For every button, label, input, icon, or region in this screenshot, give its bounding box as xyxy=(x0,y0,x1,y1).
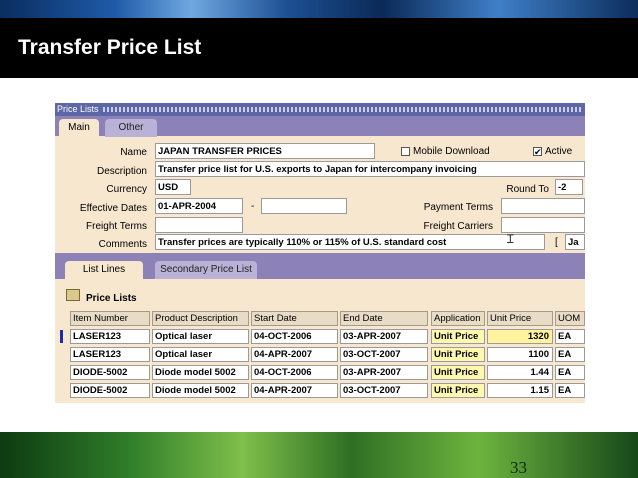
slide-title: Transfer Price List xyxy=(18,36,202,59)
start-date-cell[interactable]: 04-APR-2007 xyxy=(251,383,338,398)
column-header-unit-price: Unit Price xyxy=(487,311,553,326)
item-number-cell[interactable]: LASER123 xyxy=(70,347,150,362)
column-header-start-date: Start Date xyxy=(251,311,338,326)
comments-label: Comments xyxy=(98,239,147,250)
column-header-uom: UOM xyxy=(555,311,585,326)
round-to-label: Round To xyxy=(506,184,549,195)
section-title: Price Lists xyxy=(86,293,137,304)
description-field[interactable]: Transfer price list for U.S. exports to … xyxy=(155,161,585,177)
name-label: Name xyxy=(120,147,147,158)
effective-to-field[interactable] xyxy=(261,198,347,214)
active-checkbox[interactable]: ✔ xyxy=(533,147,542,157)
application-cell[interactable]: Unit Price xyxy=(431,365,485,380)
header-tab-strip: Main Other xyxy=(55,116,585,137)
item-number-cell[interactable]: DIODE-5002 xyxy=(70,365,150,380)
ja-field[interactable]: Ja xyxy=(565,234,585,250)
name-field[interactable]: JAPAN TRANSFER PRICES xyxy=(155,143,375,159)
product-description-cell[interactable]: Optical laser xyxy=(152,347,249,362)
price-lists-window: Price Lists Main Other Name JAPAN TRANSF… xyxy=(55,103,585,403)
round-to-field[interactable]: -2 xyxy=(555,179,583,195)
application-cell[interactable]: Unit Price xyxy=(431,347,485,362)
slide-number: 33 xyxy=(510,458,527,477)
uom-cell[interactable]: EA xyxy=(555,347,585,362)
window-title: Price Lists xyxy=(57,104,99,114)
bracket: [ xyxy=(555,237,558,248)
tab-secondary-price-list[interactable]: Secondary Price List xyxy=(155,261,257,279)
start-date-cell[interactable]: 04-APR-2007 xyxy=(251,347,338,362)
effective-from-field[interactable]: 01-APR-2004 xyxy=(155,198,243,214)
freight-terms-label: Freight Terms xyxy=(86,221,147,232)
currency-label: Currency xyxy=(106,184,147,195)
unit-price-cell[interactable]: 1.44 xyxy=(487,365,553,380)
end-date-cell[interactable]: 03-APR-2007 xyxy=(340,329,428,344)
freight-terms-field[interactable] xyxy=(155,217,243,233)
unit-price-cell[interactable]: 1.15 xyxy=(487,383,553,398)
application-cell[interactable]: Unit Price xyxy=(431,383,485,398)
start-date-cell[interactable]: 04-OCT-2006 xyxy=(251,329,338,344)
end-date-cell[interactable]: 03-APR-2007 xyxy=(340,365,428,380)
application-cell[interactable]: Unit Price xyxy=(431,329,485,344)
uom-cell[interactable]: EA xyxy=(555,329,585,344)
freight-carriers-label: Freight Carriers xyxy=(423,221,493,232)
window-title-bar: Price Lists xyxy=(55,103,585,116)
active-label: Active xyxy=(545,146,573,157)
column-header-application: Application xyxy=(431,311,485,326)
uom-cell[interactable]: EA xyxy=(555,383,585,398)
effective-dates-label: Effective Dates xyxy=(79,203,147,214)
payment-terms-field[interactable] xyxy=(501,198,585,214)
payment-terms-label: Payment Terms xyxy=(423,202,493,213)
item-number-cell[interactable]: LASER123 xyxy=(70,329,150,344)
currency-field[interactable]: USD xyxy=(155,179,191,195)
tab-list-lines[interactable]: List Lines xyxy=(65,261,143,279)
mobile-download-checkbox[interactable] xyxy=(401,147,410,156)
unit-price-cell[interactable]: 1100 xyxy=(487,347,553,362)
text-cursor-icon: Ɪ xyxy=(507,232,514,246)
comments-field[interactable]: Transfer prices are typically 110% or 11… xyxy=(155,234,545,250)
column-header-end-date: End Date xyxy=(340,311,428,326)
top-decorative-banner xyxy=(0,0,638,18)
description-label: Description xyxy=(96,166,147,177)
end-date-cell[interactable]: 03-OCT-2007 xyxy=(340,383,428,398)
column-header-product-description: Product Description xyxy=(152,311,249,326)
date-separator: - xyxy=(251,201,255,212)
product-description-cell[interactable]: Diode model 5002 xyxy=(152,365,249,380)
tab-main[interactable]: Main xyxy=(59,119,99,137)
mobile-download-label: Mobile Download xyxy=(413,146,490,157)
title-bar-texture xyxy=(103,107,581,112)
item-number-cell[interactable]: DIODE-5002 xyxy=(70,383,150,398)
start-date-cell[interactable]: 04-OCT-2006 xyxy=(251,365,338,380)
uom-cell[interactable]: EA xyxy=(555,365,585,380)
current-row-marker xyxy=(60,330,63,343)
product-description-cell[interactable]: Optical laser xyxy=(152,329,249,344)
end-date-cell[interactable]: 03-OCT-2007 xyxy=(340,347,428,362)
column-header-item-number: Item Number xyxy=(70,311,150,326)
unit-price-cell[interactable]: 1320 xyxy=(487,329,553,344)
folder-icon[interactable] xyxy=(66,289,80,301)
lines-tab-strip: List Lines Secondary Price List xyxy=(55,253,585,279)
bottom-decorative-banner xyxy=(0,432,638,478)
tab-other[interactable]: Other xyxy=(105,119,157,137)
product-description-cell[interactable]: Diode model 5002 xyxy=(152,383,249,398)
